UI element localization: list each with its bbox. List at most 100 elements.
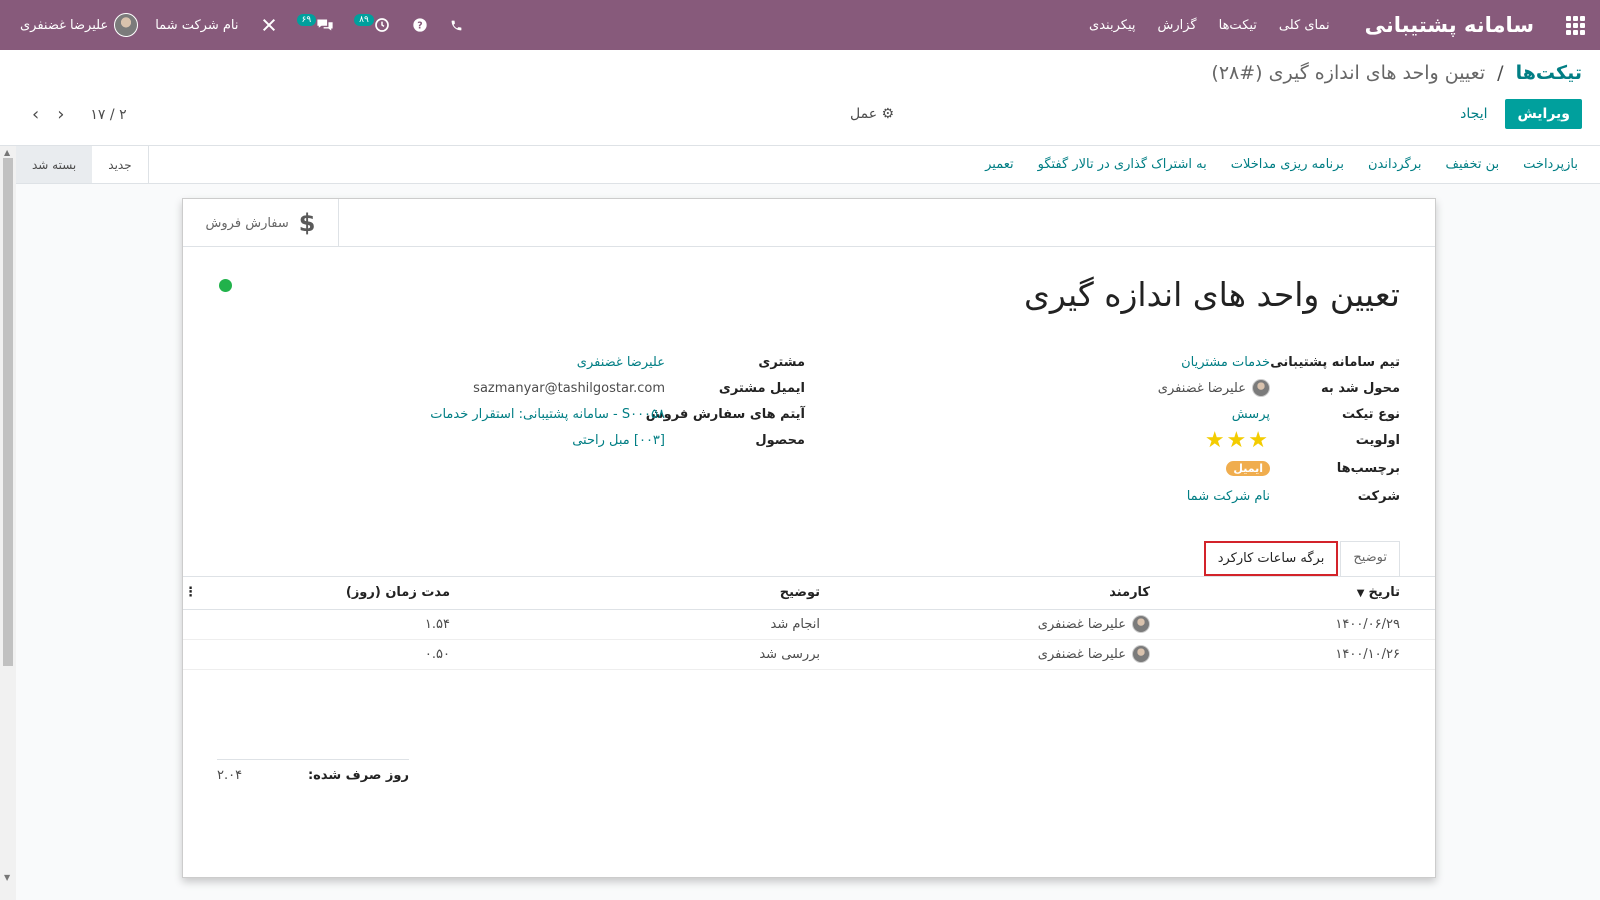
activities-badge: ۸۹ [354,14,374,26]
customer-link[interactable]: علیرضا غضنفری [577,355,665,370]
scroll-thumb[interactable] [3,158,13,666]
form-sheet: $ سفارش فروش تعیین واحد های اندازه گیری … [182,198,1436,878]
stage-selector: جدید بسته شد [16,146,149,183]
gear-icon: ⚙ [881,106,895,122]
pager-value[interactable]: ۱۷ / ۲ [90,107,126,123]
user-name: علیرضا غضنفری [20,17,109,33]
pager-next-icon[interactable]: › [51,104,70,125]
table-header-row: تاریخ▼ کارمند توضیح مدت زمان (روز) ⋮ [183,577,1435,610]
cell-employee: علیرضا غضنفری [855,609,1185,640]
create-button[interactable]: ایجاد [1448,99,1499,129]
top-navbar: سامانه پشتیبانی نمای کلی تیکت‌ها گزارش پ… [0,0,1600,50]
team-link[interactable]: خدمات مشتریان [1181,355,1270,370]
page-scrollbar[interactable]: ▲ ▼ [0,146,16,900]
field-product: محصول [۰۰۳] مبل راحتی [245,427,805,453]
table-row[interactable]: ۱۴۰۰/۰۶/۲۹ علیرضا غضنفری انجام شد ۱.۵۴ [183,609,1435,640]
apps-menu-icon[interactable] [1550,0,1600,50]
plan-intervention-button[interactable]: برنامه ریزی مداخلات [1219,157,1356,172]
messages-chat-icon[interactable]: ۶۹ [288,14,346,33]
cell-duration: ۱.۵۴ [197,609,485,640]
cell-description: انجام شد [485,609,855,640]
statusbar-buttons: بازپرداخت بن تخفیف برگرداندن برنامه ریزی… [973,157,1600,172]
cell-description: بررسی شد [485,639,855,670]
form-buttons: ویرایش ایجاد [1448,99,1582,129]
sort-caret-icon: ▼ [1356,588,1365,600]
empty-row [183,669,1435,699]
field-sales-order-item: آیتم های سفارش فروش S۰۰۰۵۸ - سامانه پشتی… [245,401,805,427]
sales-order-item-link[interactable]: S۰۰۰۵۸ - سامانه پشتیبانی: استقرار خدمات [430,407,665,422]
menu-configuration[interactable]: پیکربندی [1078,18,1146,33]
notebook-tabs: توضیح برگه ساعات کارکرد [1203,541,1400,576]
smart-button-box: $ سفارش فروش [183,199,1435,247]
field-label: برچسب‌ها [1336,460,1400,476]
return-button[interactable]: برگرداندن [1356,157,1434,172]
breadcrumb-tickets-link[interactable]: تیکت‌ها [1516,62,1582,84]
scroll-down-icon[interactable]: ▼ [4,873,10,882]
field-label: نوع تیکت [1342,406,1400,422]
action-menu-button[interactable]: ⚙ عمل [850,106,894,122]
activities-clock-icon[interactable]: ۸۹ [345,14,401,33]
breadcrumb-current: تعیین واحد های اندازه گیری (#۲۸) [1211,62,1486,84]
edit-button[interactable]: ویرایش [1505,99,1582,129]
debug-tools-icon[interactable] [250,17,288,33]
ticket-title[interactable]: تعیین واحد های اندازه گیری [1024,275,1400,314]
kanban-state-indicator[interactable] [219,279,232,292]
column-duration[interactable]: مدت زمان (روز) [197,577,485,610]
tab-timesheets[interactable]: برگه ساعات کارکرد [1203,541,1339,576]
refund-button[interactable]: بازپرداخت [1511,157,1590,172]
column-date[interactable]: تاریخ▼ [1185,577,1435,610]
field-assigned-to: محول شد به علیرضا غضنفری [840,375,1400,401]
field-label: محول شد به [1321,380,1400,396]
customer-email-value[interactable]: sazmanyar@tashilgostar.com [473,381,665,396]
user-menu[interactable]: علیرضا غضنفری [14,13,144,37]
breadcrumb-separator: / [1497,62,1504,84]
product-link[interactable]: [۰۰۳] مبل راحتی [572,433,665,448]
tab-description[interactable]: توضیح [1340,541,1400,576]
timesheet-table: تاریخ▼ کارمند توضیح مدت زمان (روز) ⋮ ۱۴۰… [183,577,1435,699]
total-value: ۲.۰۴ [217,768,243,783]
messages-badge: ۶۹ [296,14,317,26]
field-label: شرکت [1357,488,1400,504]
ticket-type-link[interactable]: پرسش [1232,407,1270,422]
sales-order-smart-button[interactable]: $ سفارش فروش [183,199,339,247]
coupon-button[interactable]: بن تخفیف [1434,157,1512,172]
menu-reporting[interactable]: گزارش [1146,18,1207,33]
dollar-icon: $ [298,209,316,237]
table-row[interactable]: ۱۴۰۰/۱۰/۲۶ علیرضا غضنفری بررسی شد ۰.۵۰ [183,639,1435,670]
stage-closed[interactable]: بسته شد [16,146,93,183]
phone-icon[interactable] [439,19,474,32]
column-description[interactable]: توضیح [485,577,855,610]
help-icon[interactable]: ? [401,17,439,33]
app-brand[interactable]: سامانه پشتیبانی [1341,13,1550,37]
priority-star-icon[interactable]: ★★★ [1205,428,1270,453]
breadcrumb: تیکت‌ها / تعیین واحد های اندازه گیری (#۲… [1211,62,1582,84]
pager-previous-icon[interactable]: ‹ [26,104,45,125]
form-statusbar: بازپرداخت بن تخفیف برگرداندن برنامه ریزی… [16,146,1600,184]
svg-text:?: ? [417,20,422,31]
assignee-name[interactable]: علیرضا غضنفری [1158,381,1246,396]
field-label: آیتم های سفارش فروش [645,406,805,422]
field-company: شرکت نام شرکت شما [840,483,1400,509]
optional-columns-icon[interactable]: ⋮ [183,577,197,610]
ticket-info-group: تیم سامانه پشتیبانی خدمات مشتریان محول ش… [840,349,1400,509]
field-label: تیم سامانه پشتیبانی [1270,354,1400,370]
field-label: محصول [755,432,805,448]
cell-date: ۱۴۰۰/۱۰/۲۶ [1185,639,1435,670]
action-menu-label: عمل [850,106,878,122]
column-employee[interactable]: کارمند [855,577,1185,610]
repair-button[interactable]: تعمیر [973,157,1026,172]
field-label: ایمیل مشتری [718,380,805,396]
systray: ? ۸۹ ۶۹ نام شرکت شما علیرضا غضنفری [0,13,474,37]
company-switcher[interactable]: نام شرکت شما [144,18,249,33]
control-panel: تیکت‌ها / تعیین واحد های اندازه گیری (#۲… [0,50,1600,146]
total-label: روز صرف شده: [307,768,409,783]
stage-new[interactable]: جدید [92,146,147,183]
company-link[interactable]: نام شرکت شما [1187,489,1270,504]
employee-avatar [1132,615,1150,633]
cell-duration: ۰.۵۰ [197,639,485,670]
menu-overview[interactable]: نمای کلی [1268,18,1341,33]
menu-tickets[interactable]: تیکت‌ها [1208,18,1268,33]
share-forum-button[interactable]: به اشتراک گذاری در تالار گفتگو [1026,157,1219,172]
tag-badge[interactable]: ایمیل [1226,460,1270,476]
scroll-up-icon[interactable]: ▲ [4,148,10,157]
